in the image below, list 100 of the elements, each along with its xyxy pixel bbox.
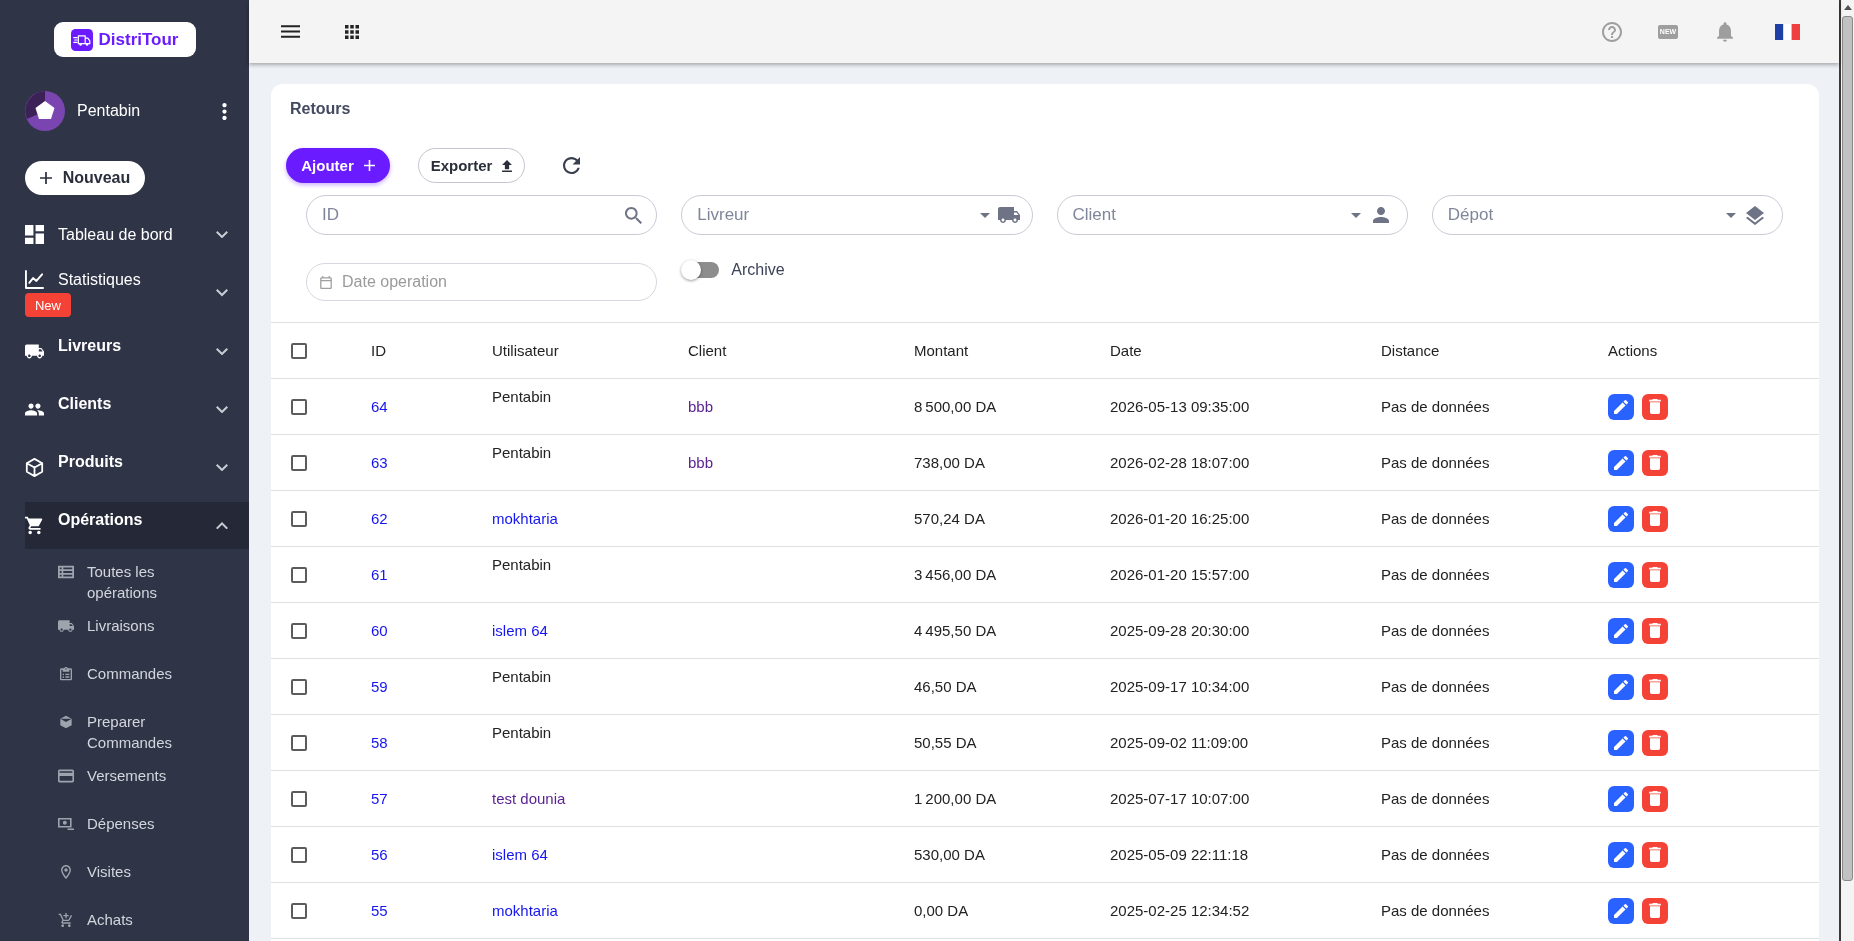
calendar-icon [320, 276, 332, 289]
trash-icon [1649, 735, 1661, 750]
truck-icon [997, 207, 1020, 223]
user-link[interactable]: islem 64 [492, 622, 548, 639]
checkbox[interactable] [291, 846, 307, 863]
pencil-icon [1614, 847, 1628, 862]
select-field[interactable]: Client [1056, 195, 1408, 235]
user-name: Pentabin [492, 724, 552, 741]
edit-button[interactable] [1608, 785, 1634, 812]
nav-subitem[interactable]: Dépenses [58, 813, 249, 861]
delete-button[interactable] [1642, 729, 1668, 756]
apps-grid-icon[interactable] [345, 24, 359, 39]
user-name: Pentabin [492, 668, 552, 685]
id-link[interactable]: 55 [371, 902, 388, 919]
id-link[interactable]: 62 [371, 510, 388, 527]
column-header[interactable]: Client [688, 342, 727, 359]
user-link[interactable]: mokhtaria [492, 902, 558, 919]
client-link[interactable]: bbb [688, 398, 714, 415]
scrollbar[interactable] [1839, 0, 1854, 941]
more-icon[interactable] [222, 102, 227, 120]
checkbox[interactable] [291, 510, 307, 527]
delete-button[interactable] [1642, 897, 1668, 924]
user-link[interactable]: islem 64 [492, 846, 548, 863]
column-header[interactable]: Utilisateur [492, 342, 559, 359]
date-text: 2025-09-28 20:30:00 [1110, 622, 1250, 639]
checkbox[interactable] [291, 678, 307, 695]
delete-button[interactable] [1642, 785, 1668, 812]
delete-button[interactable] [1642, 449, 1668, 476]
nav-item[interactable]: Opérations [25, 502, 249, 549]
menu-icon[interactable] [281, 25, 300, 38]
edit-button[interactable] [1608, 729, 1634, 756]
id-link[interactable]: 56 [371, 846, 388, 863]
user-link[interactable]: mokhtaria [492, 510, 558, 527]
nav-item[interactable]: Tableau de bord [25, 211, 249, 258]
edit-button[interactable] [1608, 561, 1634, 588]
card-icon [58, 769, 74, 783]
truck-icon [58, 619, 74, 633]
nav-subitem[interactable]: Toutes les opérations [58, 561, 249, 615]
id-link[interactable]: 60 [371, 622, 388, 639]
create-button[interactable]: Nouveau [25, 161, 145, 195]
delete-button[interactable] [1642, 393, 1668, 420]
client-link[interactable]: bbb [688, 454, 714, 471]
checkbox[interactable] [291, 342, 307, 359]
nav-subitem[interactable]: Livraisons [58, 615, 249, 663]
id-link[interactable]: 63 [371, 454, 388, 471]
edit-button[interactable] [1608, 505, 1634, 532]
checkbox[interactable] [291, 790, 307, 807]
checkbox[interactable] [291, 398, 307, 415]
checkbox[interactable] [291, 566, 307, 583]
add-button[interactable]: Ajouter [286, 148, 390, 183]
delete-button[interactable] [1642, 617, 1668, 644]
distance-text: Pas de données [1381, 566, 1490, 583]
search-field[interactable]: ID [306, 195, 658, 235]
id-link[interactable]: 57 [371, 790, 388, 807]
list-icon [58, 565, 74, 579]
select-field[interactable]: Dépot [1431, 195, 1783, 235]
edit-button[interactable] [1608, 841, 1634, 868]
column-header[interactable]: Date [1110, 342, 1142, 359]
nav-item[interactable]: Produits [25, 444, 249, 491]
nav-subitem[interactable]: Achats [58, 909, 249, 941]
id-link[interactable]: 64 [371, 398, 388, 415]
edit-button[interactable] [1608, 393, 1634, 420]
nav-item[interactable]: Clients [25, 386, 249, 433]
delete-button[interactable] [1642, 505, 1668, 532]
column-header[interactable]: Distance [1381, 342, 1440, 359]
column-header[interactable]: ID [371, 342, 386, 359]
pencil-icon [1614, 399, 1628, 414]
nav-item[interactable]: Statistiques New [25, 269, 249, 317]
date-field[interactable]: Date operation [306, 263, 658, 301]
flag-icon[interactable] [1775, 23, 1800, 40]
toggle-switch[interactable] [681, 260, 720, 280]
edit-button[interactable] [1608, 673, 1634, 700]
nav-subitem[interactable]: Versements [58, 765, 249, 813]
trash-icon [1649, 399, 1661, 414]
edit-button[interactable] [1608, 617, 1634, 644]
delete-button[interactable] [1642, 841, 1668, 868]
edit-button[interactable] [1608, 897, 1634, 924]
user-link[interactable]: test dounia [492, 790, 566, 807]
column-header[interactable]: Montant [914, 342, 969, 359]
logo-icon [70, 28, 93, 51]
id-link[interactable]: 59 [371, 678, 388, 695]
pencil-icon [1614, 679, 1628, 694]
nav-item[interactable]: Livreurs [25, 328, 249, 375]
id-link[interactable]: 61 [371, 566, 388, 583]
checkbox[interactable] [291, 622, 307, 639]
nav-subitem[interactable]: Preparer Commandes [58, 711, 249, 765]
checkbox[interactable] [291, 734, 307, 751]
refresh-icon[interactable] [563, 157, 580, 174]
edit-button[interactable] [1608, 449, 1634, 476]
brand-logo[interactable]: DistriTour [53, 22, 196, 57]
delete-button[interactable] [1642, 673, 1668, 700]
select-field[interactable]: Livreur [681, 195, 1033, 235]
id-link[interactable]: 58 [371, 734, 388, 751]
checkbox[interactable] [291, 902, 307, 919]
nav-subitem[interactable]: Visites [58, 861, 249, 909]
delete-button[interactable] [1642, 561, 1668, 588]
column-header[interactable]: Actions [1608, 342, 1658, 359]
nav-subitem[interactable]: Commandes [58, 663, 249, 711]
export-button[interactable]: Exporter [418, 148, 525, 183]
checkbox[interactable] [291, 454, 307, 471]
